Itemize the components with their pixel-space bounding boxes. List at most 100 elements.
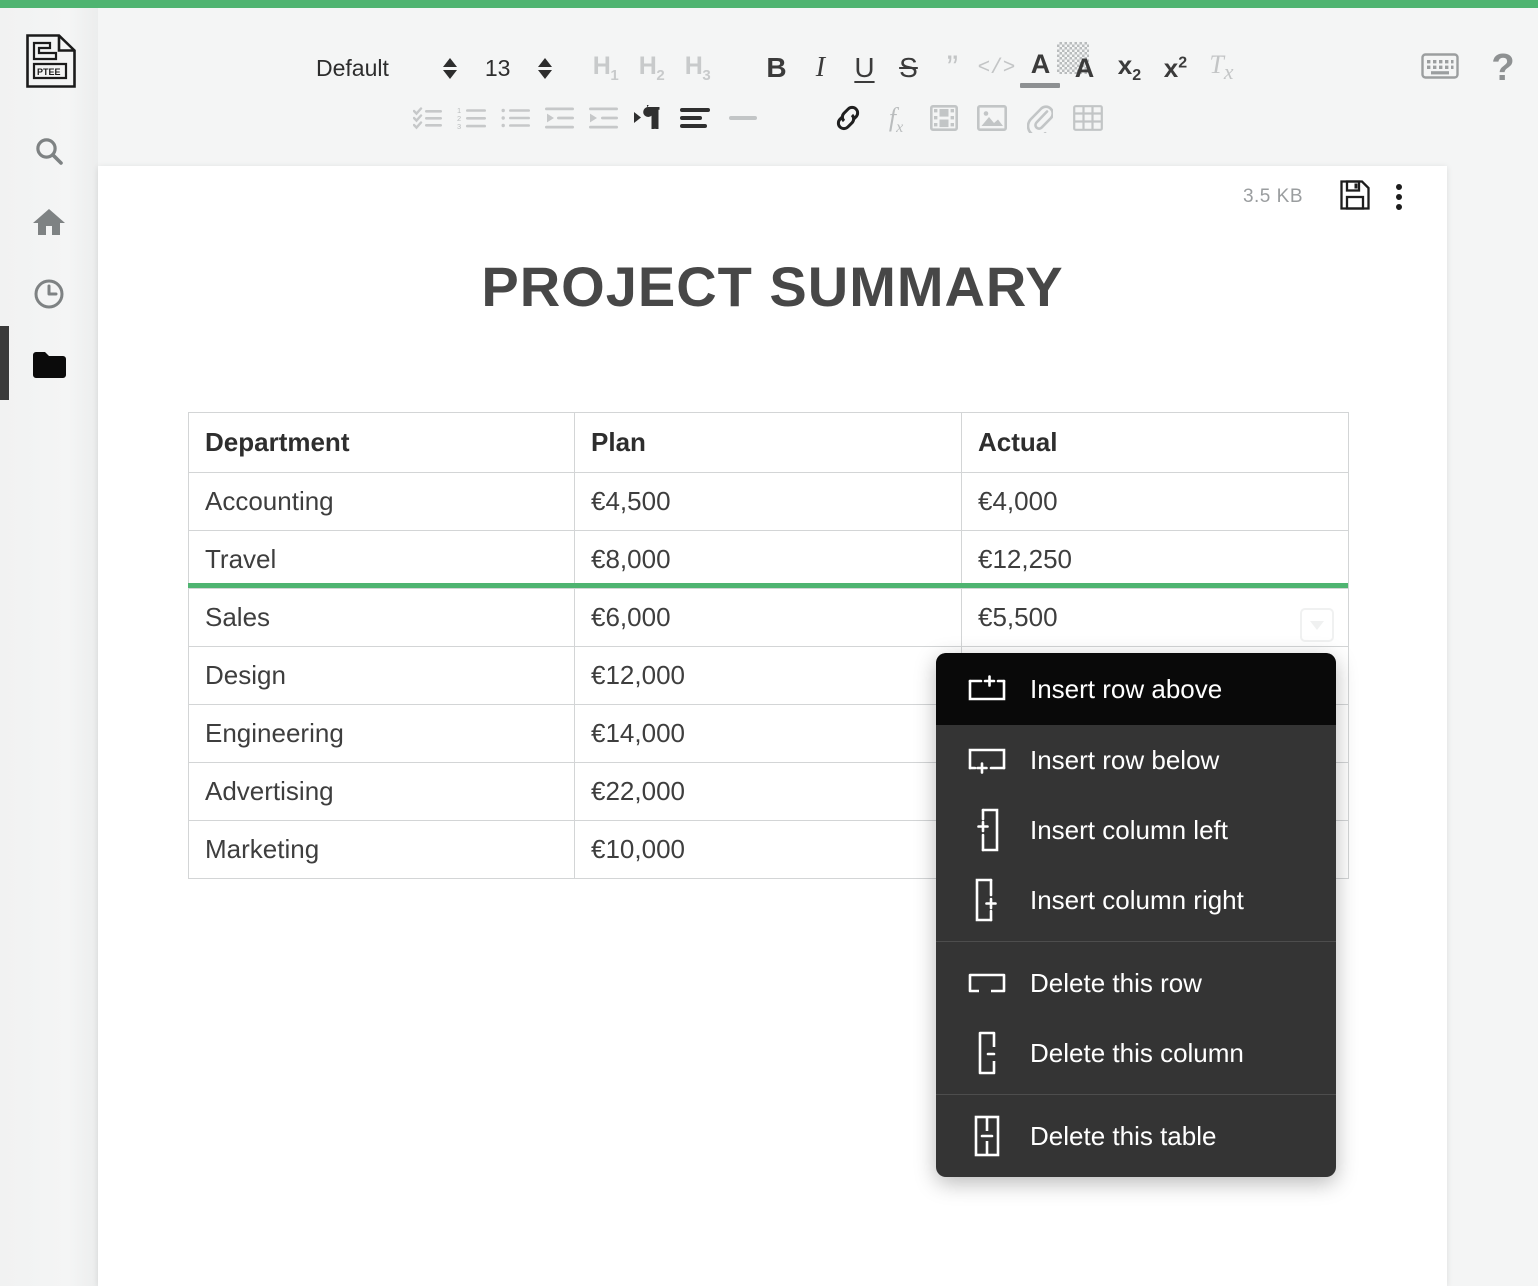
table-icon: [1073, 104, 1103, 136]
underline-icon: U: [854, 52, 875, 83]
bold-button[interactable]: B: [754, 45, 798, 91]
sidebar-item-home[interactable]: [0, 193, 98, 251]
sidebar-item-search[interactable]: [0, 122, 98, 180]
heading-1-icon: H1: [592, 52, 619, 84]
highlight-color-button[interactable]: A: [1057, 42, 1106, 91]
formula-icon: fx: [888, 102, 904, 137]
paperclip-icon: [1026, 103, 1054, 138]
table-header-row: Department Plan Actual: [188, 412, 1349, 473]
clock-icon: [33, 278, 65, 310]
heading-3-icon: H3: [684, 52, 711, 84]
svg-text:PTEE: PTEE: [37, 67, 61, 77]
checklist-icon: [412, 106, 443, 135]
insert-formula-button[interactable]: fx: [872, 97, 920, 143]
paragraph-direction-icon: [633, 100, 665, 136]
paragraph-style-stepper[interactable]: [429, 45, 471, 91]
cell-department[interactable]: Accounting: [188, 472, 575, 531]
table-row: Sales €6,000 €5,500: [188, 588, 1349, 647]
cell-plan[interactable]: €10,000: [574, 820, 962, 879]
menu-item-insert-row-below[interactable]: Insert row below: [936, 725, 1336, 795]
help-button[interactable]: ?: [1468, 45, 1538, 91]
inline-code-button[interactable]: </>: [974, 45, 1018, 91]
insert-link-button[interactable]: [824, 97, 872, 143]
question-mark-icon: ?: [1491, 46, 1515, 89]
menu-item-insert-row-above[interactable]: Insert row above: [936, 653, 1336, 725]
cell-plan[interactable]: €22,000: [574, 762, 962, 821]
table-context-menu: Insert row above Insert row below Insert…: [936, 653, 1336, 1177]
underline-button[interactable]: U: [842, 45, 886, 91]
clear-formatting-button[interactable]: Tx: [1198, 45, 1244, 91]
indent-icon: [589, 106, 619, 135]
cell-department[interactable]: Advertising: [188, 762, 575, 821]
align-button[interactable]: [672, 97, 720, 143]
text-color-button[interactable]: A: [1018, 45, 1062, 91]
table-header-actual[interactable]: Actual: [961, 412, 1349, 473]
sidebar-item-recent[interactable]: [0, 265, 98, 323]
text-direction-button[interactable]: [626, 97, 672, 143]
cell-department[interactable]: Marketing: [188, 820, 575, 879]
cell-plan[interactable]: €12,000: [574, 646, 962, 705]
top-accent-bar: [0, 0, 1538, 8]
keyboard-shortcuts-button[interactable]: [1412, 45, 1468, 91]
cell-department[interactable]: Travel: [188, 530, 575, 589]
checklist-button[interactable]: [406, 97, 450, 143]
table-row: Accounting €4,500 €4,000: [188, 472, 1349, 531]
bulleted-list-button[interactable]: [494, 97, 538, 143]
code-icon: </>: [977, 56, 1016, 80]
paragraph-style-select[interactable]: Default: [310, 45, 395, 91]
blockquote-button[interactable]: ”: [930, 45, 974, 91]
strikethrough-button[interactable]: S: [886, 45, 930, 91]
indent-button[interactable]: [582, 97, 626, 143]
cell-actual[interactable]: €12,250: [961, 530, 1349, 589]
insert-table-button[interactable]: [1064, 97, 1112, 143]
italic-button[interactable]: I: [798, 45, 842, 91]
ptee-document-logo: PTEE: [26, 34, 76, 88]
cell-department[interactable]: Engineering: [188, 704, 575, 763]
table-header-department[interactable]: Department: [188, 412, 575, 473]
insert-image-button[interactable]: [968, 97, 1016, 143]
stepper-arrows-icon: [534, 57, 556, 79]
search-icon: [33, 135, 65, 167]
svg-text:3: 3: [457, 122, 461, 130]
subscript-icon: x2: [1117, 50, 1142, 85]
superscript-button[interactable]: x2: [1152, 45, 1198, 91]
horizontal-rule-button[interactable]: [720, 97, 768, 143]
cell-actual[interactable]: €4,000: [961, 472, 1349, 531]
subscript-button[interactable]: x2: [1106, 45, 1152, 91]
outdent-button[interactable]: [538, 97, 582, 143]
folder-icon: [32, 351, 66, 379]
insert-video-button[interactable]: [920, 97, 968, 143]
cell-plan[interactable]: €6,000: [574, 588, 962, 647]
menu-item-insert-column-right[interactable]: Insert column right: [936, 865, 1336, 935]
insert-row-above-icon: [960, 675, 1014, 703]
menu-item-delete-this-table[interactable]: Delete this table: [936, 1101, 1336, 1171]
attach-file-button[interactable]: [1016, 97, 1064, 143]
table-header-plan[interactable]: Plan: [574, 412, 962, 473]
menu-item-insert-column-left[interactable]: Insert column left: [936, 795, 1336, 865]
menu-item-delete-this-row[interactable]: Delete this row: [936, 948, 1336, 1018]
insert-column-left-icon: [960, 808, 1014, 852]
cell-actual[interactable]: €5,500: [961, 588, 1349, 647]
cell-department[interactable]: Design: [188, 646, 575, 705]
menu-item-delete-this-column[interactable]: Delete this column: [936, 1018, 1336, 1088]
cell-plan[interactable]: €14,000: [574, 704, 962, 763]
left-sidebar: PTEE: [0, 8, 98, 1286]
more-options-button[interactable]: [1377, 175, 1421, 219]
kebab-menu-icon: [1396, 184, 1402, 210]
font-size-value[interactable]: 13: [471, 45, 525, 91]
save-button[interactable]: [1333, 175, 1377, 219]
cell-plan[interactable]: €4,500: [574, 472, 962, 531]
font-size-stepper[interactable]: [524, 45, 566, 91]
cell-plan[interactable]: €8,000: [574, 530, 962, 589]
heading-3-button[interactable]: H3: [674, 45, 720, 91]
cell-department[interactable]: Sales: [188, 588, 575, 647]
delete-table-icon: [960, 1114, 1014, 1158]
heading-2-button[interactable]: H2: [628, 45, 674, 91]
heading-1-button[interactable]: H1: [582, 45, 628, 91]
toolbar-row-format: Default 13 H1 H2 H3 B I U S ” </> A A x2…: [98, 34, 1538, 102]
numbered-list-button[interactable]: 1 2 3: [450, 97, 494, 143]
quote-icon: ”: [946, 48, 959, 87]
row-handle-button[interactable]: [1300, 608, 1334, 642]
text-color-icon: A: [1030, 48, 1051, 79]
sidebar-item-files[interactable]: [0, 336, 98, 394]
